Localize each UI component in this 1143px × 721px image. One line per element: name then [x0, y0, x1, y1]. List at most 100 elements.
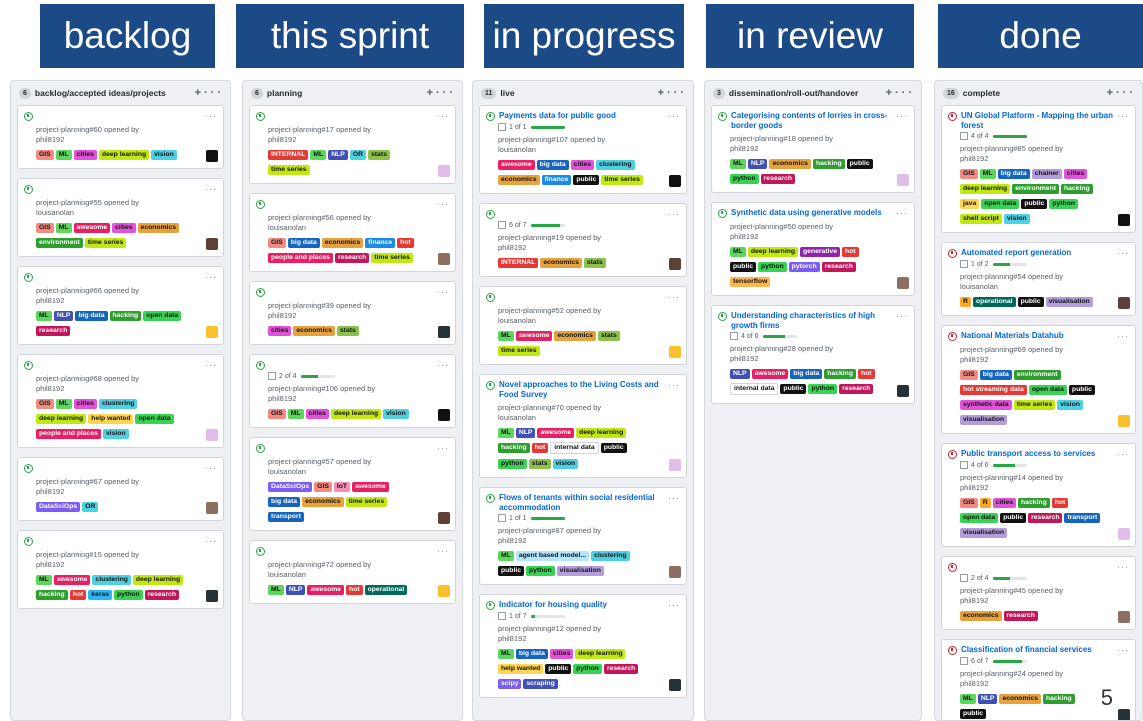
issue-label[interactable]: economics	[540, 258, 582, 268]
issue-label[interactable]: deep learning	[575, 649, 626, 659]
avatar[interactable]	[669, 679, 681, 691]
issue-label[interactable]: open data	[960, 513, 999, 523]
issue-label[interactable]: help wanted	[498, 664, 544, 674]
issue-ref[interactable]: project-planning#15 opened by	[36, 550, 217, 560]
issue-author[interactable]: phil8192	[268, 394, 449, 404]
issue-label[interactable]: big data	[75, 311, 108, 321]
issue-label[interactable]: internal data	[730, 383, 779, 395]
issue-author[interactable]: phil8192	[730, 232, 908, 242]
avatar[interactable]	[206, 326, 218, 338]
card-menu-icon[interactable]: ···	[668, 600, 680, 610]
issue-label[interactable]: public	[1068, 385, 1095, 395]
issue-card[interactable]: ··· project-planning#67 opened by phil8192…	[17, 457, 224, 521]
issue-label[interactable]: finance	[365, 238, 396, 248]
issue-label[interactable]: stats	[528, 459, 551, 469]
issue-label[interactable]: GIS	[268, 409, 286, 419]
issue-label[interactable]: big data	[997, 169, 1030, 179]
issue-label[interactable]: public	[780, 384, 807, 394]
issue-label[interactable]: deep learning	[747, 247, 799, 257]
issue-card[interactable]: ··· project-planning#17 opened by phil8192…	[249, 105, 456, 184]
issue-author[interactable]: phil8192	[36, 296, 217, 306]
issue-label[interactable]: cities	[305, 409, 329, 419]
issue-card[interactable]: ··· project-planning#52 opened by louisano…	[479, 286, 687, 365]
issue-ref[interactable]: project-planning#50 opened by	[730, 222, 908, 232]
issue-label[interactable]: ML	[55, 223, 72, 233]
issue-label[interactable]: awesome	[53, 575, 91, 585]
issue-label[interactable]: pytorch	[788, 262, 820, 272]
issue-label[interactable]: big data	[287, 238, 320, 248]
issue-label[interactable]: cities	[1063, 169, 1088, 179]
issue-title[interactable]: Flows of tenants within social residenti…	[499, 493, 664, 512]
issue-label[interactable]: hacking	[109, 311, 142, 321]
issue-label[interactable]: GIS	[268, 238, 286, 248]
issue-ref[interactable]: project-planning#70 opened by	[498, 403, 680, 413]
issue-title[interactable]: Understanding characteristics of high gr…	[731, 311, 892, 330]
issue-label[interactable]: ML	[498, 649, 514, 659]
issue-label[interactable]: help wanted	[88, 414, 134, 424]
issue-label[interactable]: transport	[1064, 513, 1101, 523]
issue-title[interactable]: Indicator for housing quality	[499, 600, 664, 610]
avatar[interactable]	[1118, 611, 1130, 623]
avatar[interactable]	[1118, 214, 1130, 226]
issue-label[interactable]: cities	[992, 498, 1017, 508]
issue-label[interactable]: research	[760, 174, 795, 184]
issue-label[interactable]: economics	[554, 331, 596, 341]
card-menu-icon[interactable]: ···	[1117, 248, 1129, 258]
issue-ref[interactable]: project-planning#45 opened by	[960, 586, 1129, 596]
issue-label[interactable]: R	[960, 297, 971, 307]
card-menu-icon[interactable]: ···	[205, 111, 217, 121]
issue-label[interactable]: economics	[769, 159, 811, 169]
issue-label[interactable]: cities	[112, 223, 136, 233]
issue-label[interactable]: public	[730, 262, 757, 272]
issue-title[interactable]: Classification of financial services	[961, 645, 1113, 655]
issue-label[interactable]: awesome	[73, 223, 111, 233]
issue-label[interactable]: visualisation	[1045, 297, 1093, 307]
issue-ref[interactable]: project-planning#52 opened by	[498, 306, 680, 316]
avatar[interactable]	[438, 585, 450, 597]
issue-card[interactable]: Payments data for public good ··· 1 of 1 pr…	[479, 105, 687, 194]
add-card-icon[interactable]: +	[427, 87, 436, 99]
card-menu-icon[interactable]: ···	[1117, 562, 1129, 572]
issue-card[interactable]: UN Global Platform - Mapping the urban f…	[941, 105, 1136, 233]
issue-ref[interactable]: project-planning#28 opened by	[730, 344, 908, 354]
avatar[interactable]	[206, 150, 218, 162]
issue-label[interactable]: hot	[69, 590, 87, 600]
issue-author[interactable]: phil8192	[960, 355, 1129, 365]
issue-author[interactable]: phil8192	[498, 536, 680, 546]
issue-label[interactable]: research	[839, 384, 874, 394]
card-menu-icon[interactable]: ···	[437, 443, 449, 453]
issue-card[interactable]: ··· project-planning#15 opened by phil8192…	[17, 530, 224, 609]
issue-card[interactable]: Automated report generation ··· 1 of 2 proj…	[941, 242, 1136, 316]
issue-ref[interactable]: project-planning#14 opened by	[960, 473, 1129, 483]
issue-label[interactable]: GIS	[960, 370, 978, 380]
avatar[interactable]	[206, 429, 218, 441]
issue-label[interactable]: scraping	[523, 679, 558, 689]
card-menu-icon[interactable]: ···	[668, 292, 680, 302]
issue-label[interactable]: public	[1017, 297, 1044, 307]
issue-label[interactable]: time series	[268, 165, 310, 175]
issue-label[interactable]: cities	[268, 326, 292, 336]
issue-label[interactable]: hot	[346, 585, 363, 595]
issue-label[interactable]: GIS	[314, 482, 332, 492]
issue-label[interactable]: stats	[368, 150, 390, 160]
issue-author[interactable]: louisanolan	[498, 413, 680, 423]
issue-label[interactable]: keras	[88, 590, 113, 600]
issue-label[interactable]: deep learning	[98, 150, 150, 160]
issue-label[interactable]: economics	[960, 611, 1002, 621]
issue-label[interactable]: environment	[1013, 370, 1061, 380]
issue-label[interactable]: environment	[1012, 184, 1059, 194]
issue-card[interactable]: ··· project-planning#56 opened by louisano…	[249, 193, 456, 272]
issue-card[interactable]: ··· project-planning#68 opened by phil8192…	[17, 354, 224, 448]
issue-label[interactable]: ML	[287, 409, 304, 419]
issue-label[interactable]: hacking	[824, 369, 856, 379]
issue-card[interactable]: Indicator for housing quality ··· 1 of 7 pr…	[479, 594, 687, 698]
issue-author[interactable]: phil8192	[730, 144, 908, 154]
issue-label[interactable]: hacking	[1061, 184, 1093, 194]
issue-ref[interactable]: project-planning#19 opened by	[498, 233, 680, 243]
issue-label[interactable]: open data	[1028, 385, 1067, 395]
issue-label[interactable]: big data	[268, 497, 301, 507]
issue-label[interactable]: cities	[549, 649, 574, 659]
issue-label[interactable]: deep learning	[36, 414, 87, 424]
card-menu-icon[interactable]: ···	[1117, 645, 1129, 655]
issue-author[interactable]: louisanolan	[498, 316, 680, 326]
